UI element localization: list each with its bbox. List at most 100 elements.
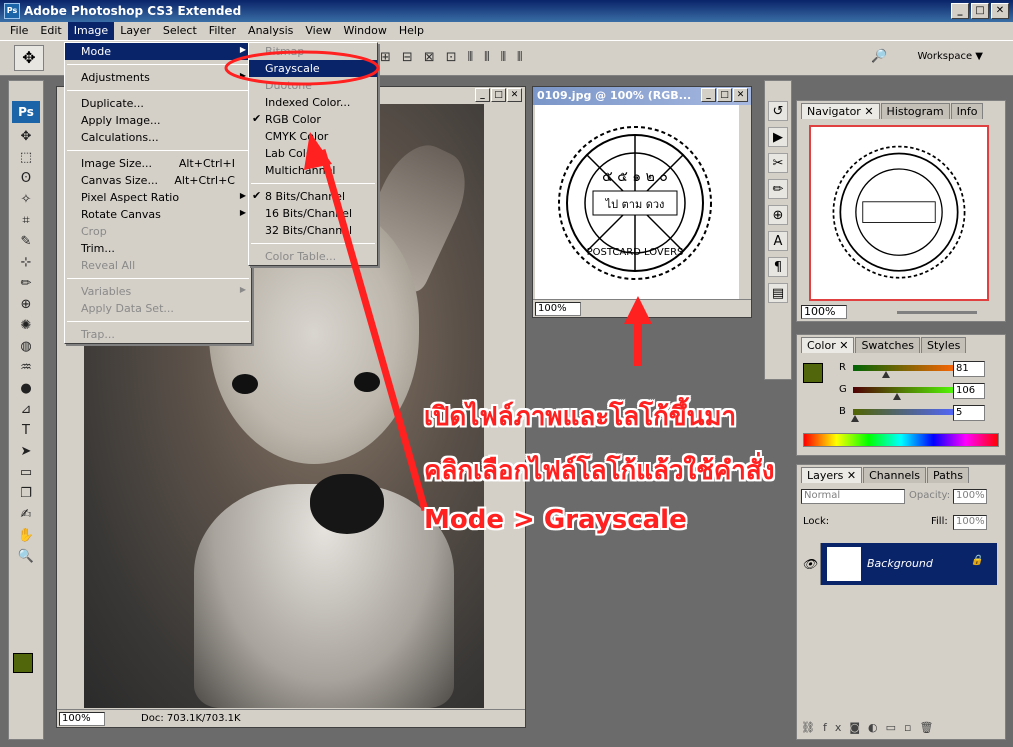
image-menu-item-trim[interactable]: Trim... bbox=[65, 240, 251, 257]
menu-view[interactable]: View bbox=[299, 22, 337, 40]
tool-icon-0[interactable]: ✥ bbox=[14, 127, 38, 147]
align-icon-5[interactable]: ⫴ bbox=[484, 50, 490, 65]
doc-info-text: Doc: 703.1K/703.1K bbox=[141, 713, 241, 724]
tool-icon-10[interactable]: ◍ bbox=[14, 337, 38, 357]
navigator-zoom-field[interactable]: 100% bbox=[801, 305, 847, 319]
channel-slider-r[interactable] bbox=[853, 365, 957, 378]
tool-icon-14[interactable]: T bbox=[14, 421, 38, 441]
navigator-zoom-slider[interactable] bbox=[897, 311, 977, 314]
layers-tab-paths[interactable]: Paths bbox=[927, 467, 969, 483]
navigator-tab-info[interactable]: Info bbox=[950, 103, 984, 119]
actions-icon[interactable]: ▶ bbox=[768, 127, 788, 147]
menu-edit[interactable]: Edit bbox=[34, 22, 67, 40]
align-icon-1[interactable]: ⊟ bbox=[402, 50, 414, 65]
tool-icon-20[interactable]: 🔍 bbox=[14, 547, 38, 567]
align-icon-2[interactable]: ⊠ bbox=[424, 50, 436, 65]
align-icon-4[interactable]: ⫴ bbox=[468, 50, 474, 65]
channel-value-b[interactable]: 5 bbox=[953, 405, 985, 421]
image-menu-item-apply-image[interactable]: Apply Image... bbox=[65, 112, 251, 129]
annotation-line-3: Mode > Grayscale bbox=[424, 505, 687, 535]
tool-presets-icon[interactable]: ✂ bbox=[768, 153, 788, 173]
tool-icon-17[interactable]: ❐ bbox=[14, 484, 38, 504]
channel-slider-g[interactable] bbox=[853, 387, 957, 400]
layer-panel-footer-buttons[interactable]: ⛓fx◙◐▭▫🗑 bbox=[801, 721, 997, 735]
opacity-field[interactable]: 100% bbox=[953, 489, 987, 504]
tool-icon-7[interactable]: ✏ bbox=[14, 274, 38, 294]
image-menu-item-calculations[interactable]: Calculations... bbox=[65, 129, 251, 146]
channel-value-g[interactable]: 106 bbox=[953, 383, 985, 399]
tool-icon-3[interactable]: ✧ bbox=[14, 190, 38, 210]
tool-icon-18[interactable]: ✍ bbox=[14, 505, 38, 525]
menu-select[interactable]: Select bbox=[157, 22, 203, 40]
tool-icon-19[interactable]: ✋ bbox=[14, 526, 38, 546]
color-tab-color[interactable]: Color ✕ bbox=[801, 337, 855, 353]
tool-icon-16[interactable]: ▭ bbox=[14, 463, 38, 483]
logo-minimize-button[interactable]: _ bbox=[701, 88, 716, 102]
photoshop-app-icon: Ps bbox=[4, 3, 20, 19]
tool-icon-5[interactable]: ✎ bbox=[14, 232, 38, 252]
notes-icon[interactable]: ▤ bbox=[768, 283, 788, 303]
slider-thumb[interactable] bbox=[851, 415, 860, 422]
channel-value-r[interactable]: 81 bbox=[953, 361, 985, 377]
color-spectrum-bar[interactable] bbox=[803, 433, 999, 447]
channel-slider-b[interactable] bbox=[851, 409, 957, 422]
menu-analysis[interactable]: Analysis bbox=[242, 22, 299, 40]
fill-field[interactable]: 100% bbox=[953, 515, 987, 530]
align-icon-6[interactable]: ⫴ bbox=[501, 50, 507, 65]
align-icon-7[interactable]: ⫴ bbox=[517, 50, 523, 65]
image-menu-item-image-size[interactable]: Image Size... Alt+Ctrl+I bbox=[65, 155, 251, 172]
layers-tab-layers[interactable]: Layers ✕ bbox=[801, 467, 863, 483]
image-menu-item-canvas-size[interactable]: Canvas Size... Alt+Ctrl+C bbox=[65, 172, 251, 189]
menu-layer[interactable]: Layer bbox=[114, 22, 157, 40]
image-menu-item-duplicate[interactable]: Duplicate... bbox=[65, 95, 251, 112]
image-menu-separator bbox=[67, 90, 249, 91]
layer-visibility-eye-icon[interactable]: 👁 bbox=[799, 543, 821, 585]
dog-zoom-field[interactable]: 100% bbox=[59, 712, 105, 726]
tool-icon-4[interactable]: ⌗ bbox=[14, 211, 38, 231]
layer-row-background[interactable]: 👁 Background 🔒 bbox=[799, 543, 997, 585]
menu-filter[interactable]: Filter bbox=[203, 22, 242, 40]
slider-thumb[interactable] bbox=[892, 393, 901, 400]
tool-icon-9[interactable]: ✺ bbox=[14, 316, 38, 336]
menu-help[interactable]: Help bbox=[393, 22, 430, 40]
layers-tab-channels[interactable]: Channels bbox=[863, 467, 927, 483]
history-icon[interactable]: ↺ bbox=[768, 101, 788, 121]
foreground-color-swatch[interactable] bbox=[13, 653, 33, 673]
paragraph-icon[interactable]: ¶ bbox=[768, 257, 788, 277]
close-button[interactable]: ✕ bbox=[991, 3, 1009, 19]
navigator-tab-histogram[interactable]: Histogram bbox=[880, 103, 950, 119]
maximize-button[interactable]: □ bbox=[971, 3, 989, 19]
brushes-icon[interactable]: ✏ bbox=[768, 179, 788, 199]
tool-icon-8[interactable]: ⊕ bbox=[14, 295, 38, 315]
logo-close-button[interactable]: ✕ bbox=[733, 88, 748, 102]
workspace-menu[interactable]: Workspace ▼ bbox=[917, 51, 983, 62]
navigator-tab-navigator[interactable]: Navigator ✕ bbox=[801, 103, 880, 119]
color-tab-swatches[interactable]: Swatches bbox=[855, 337, 920, 353]
channel-row-g: G 106 bbox=[803, 383, 999, 401]
tool-icon-1[interactable]: ⬚ bbox=[14, 148, 38, 168]
clone-source-icon[interactable]: ⊕ bbox=[768, 205, 788, 225]
logo-maximize-button[interactable]: □ bbox=[717, 88, 732, 102]
color-tab-styles[interactable]: Styles bbox=[921, 337, 967, 353]
navigator-panel: Navigator ✕ Histogram Info 100% bbox=[796, 100, 1006, 322]
menu-file[interactable]: File bbox=[4, 22, 34, 40]
opacity-label: Opacity: bbox=[909, 490, 951, 501]
bridge-icon[interactable]: 🔎 bbox=[871, 49, 893, 69]
menu-window[interactable]: Window bbox=[337, 22, 392, 40]
navigator-preview[interactable] bbox=[809, 125, 989, 301]
image-menu-item-rotate-canvas[interactable]: Rotate Canvas ▶ bbox=[65, 206, 251, 223]
tool-icon-6[interactable]: ⊹ bbox=[14, 253, 38, 273]
minimize-button[interactable]: _ bbox=[951, 3, 969, 19]
tool-icon-13[interactable]: ⊿ bbox=[14, 400, 38, 420]
image-menu-item-pixel-aspect-ratio[interactable]: Pixel Aspect Ratio ▶ bbox=[65, 189, 251, 206]
tool-icon-11[interactable]: ♒ bbox=[14, 358, 38, 378]
blend-mode-select[interactable]: Normal bbox=[801, 489, 905, 504]
move-tool-preset-button[interactable]: ✥ bbox=[14, 45, 44, 71]
character-icon[interactable]: A bbox=[768, 231, 788, 251]
tool-icon-12[interactable]: ● bbox=[14, 379, 38, 399]
slider-thumb[interactable] bbox=[882, 371, 891, 378]
menu-image[interactable]: Image bbox=[67, 22, 115, 40]
tool-icon-2[interactable]: ʘ bbox=[14, 169, 38, 189]
tool-icon-15[interactable]: ➤ bbox=[14, 442, 38, 462]
align-icon-3[interactable]: ⊡ bbox=[446, 50, 458, 65]
